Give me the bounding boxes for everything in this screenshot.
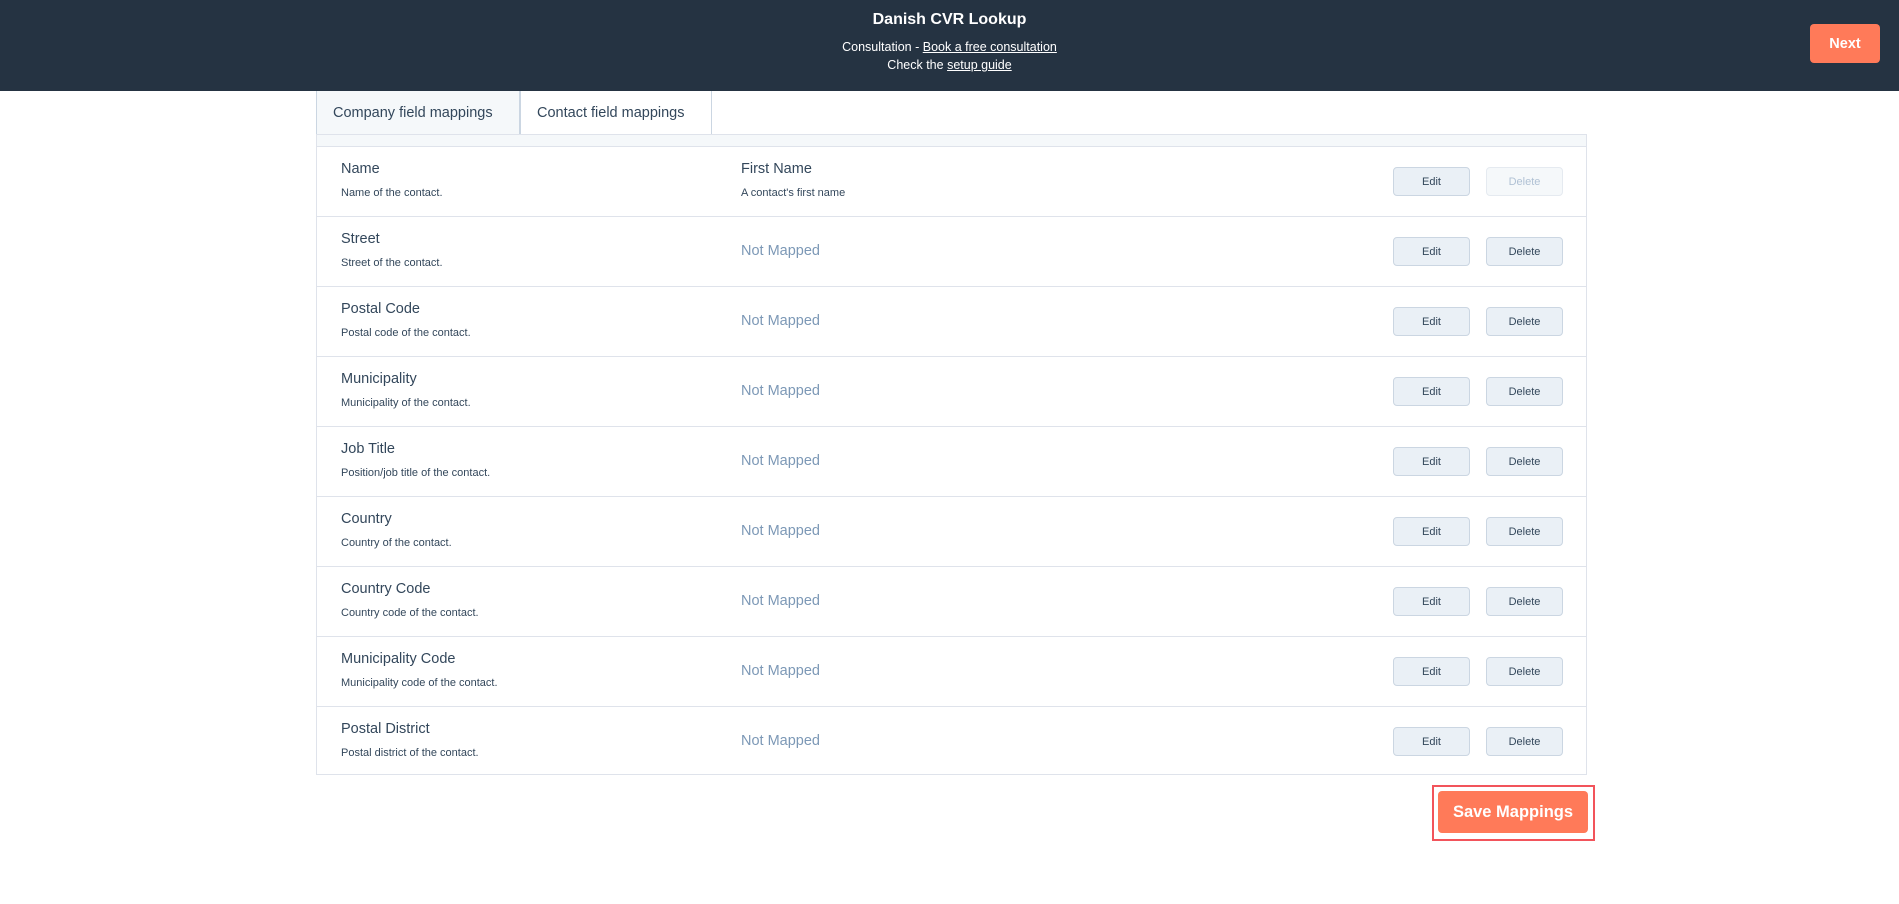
edit-button[interactable]: Edit [1393, 237, 1470, 266]
table-row: Name Name of the contact. First Name A c… [317, 147, 1586, 217]
edit-button[interactable]: Edit [1393, 167, 1470, 196]
mapping-status: Not Mapped [741, 733, 820, 749]
field-name: Municipality [341, 371, 417, 387]
field-description: Country of the contact. [341, 537, 452, 549]
edit-button[interactable]: Edit [1393, 587, 1470, 616]
edit-button[interactable]: Edit [1393, 307, 1470, 336]
tab-contact-field-mappings[interactable]: Contact field mappings [520, 91, 712, 135]
field-description: Municipality of the contact. [341, 397, 471, 409]
mapped-property-name: First Name [741, 161, 812, 177]
field-name: Street [341, 231, 380, 247]
field-name: Postal District [341, 721, 430, 737]
table-row: Job Title Position/job title of the cont… [317, 427, 1586, 497]
book-consultation-link[interactable]: Book a free consultation [923, 40, 1057, 54]
delete-button[interactable]: Delete [1486, 517, 1563, 546]
field-name: Municipality Code [341, 651, 456, 667]
table-row: Street Street of the contact. Not Mapped… [317, 217, 1586, 287]
table-row: Postal Code Postal code of the contact. … [317, 287, 1586, 357]
field-name: Country [341, 511, 392, 527]
delete-button[interactable]: Delete [1486, 447, 1563, 476]
table-row: Municipality Municipality of the contact… [317, 357, 1586, 427]
field-description: Name of the contact. [341, 187, 443, 199]
field-description: Street of the contact. [341, 257, 443, 269]
field-description: Position/job title of the contact. [341, 467, 491, 479]
edit-button[interactable]: Edit [1393, 517, 1470, 546]
field-name: Country Code [341, 581, 431, 597]
next-button[interactable]: Next [1810, 24, 1880, 63]
edit-button[interactable]: Edit [1393, 727, 1470, 756]
contact-mappings-table: Name Name of the contact. First Name A c… [316, 134, 1587, 775]
setup-guide-line: Check the setup guide [0, 58, 1899, 72]
consultation-prefix: Consultation - [842, 40, 923, 54]
edit-button[interactable]: Edit [1393, 447, 1470, 476]
mapped-property-description: A contact's first name [741, 187, 846, 199]
delete-button[interactable]: Delete [1486, 587, 1563, 616]
field-description: Municipality code of the contact. [341, 677, 498, 689]
table-row: Country Code Country code of the contact… [317, 567, 1586, 637]
field-name: Name [341, 161, 380, 177]
delete-button[interactable]: Delete [1486, 307, 1563, 336]
app-title: Danish CVR Lookup [872, 11, 1027, 28]
field-name: Job Title [341, 441, 395, 457]
delete-button[interactable]: Delete [1486, 237, 1563, 266]
table-header-strip [317, 135, 1586, 147]
table-row: Country Country of the contact. Not Mapp… [317, 497, 1586, 567]
table-row: Municipality Code Municipality code of t… [317, 637, 1586, 707]
tab-company-field-mappings[interactable]: Company field mappings [316, 91, 520, 135]
mapping-status: Not Mapped [741, 313, 820, 329]
field-name: Postal Code [341, 301, 420, 317]
mapping-status: Not Mapped [741, 523, 820, 539]
mapping-status: Not Mapped [741, 593, 820, 609]
mapping-status: Not Mapped [741, 453, 820, 469]
delete-button[interactable]: Delete [1486, 657, 1563, 686]
mapping-status: Not Mapped [741, 383, 820, 399]
delete-button[interactable]: Delete [1486, 377, 1563, 406]
field-description: Country code of the contact. [341, 607, 479, 619]
save-mappings-button[interactable]: Save Mappings [1438, 791, 1588, 833]
edit-button[interactable]: Edit [1393, 377, 1470, 406]
app-header: Danish CVR Lookup Consultation - Book a … [0, 0, 1899, 91]
mapping-status: Not Mapped [741, 663, 820, 679]
table-row: Postal District Postal district of the c… [317, 707, 1586, 777]
guide-prefix: Check the [887, 58, 948, 72]
setup-guide-link[interactable]: setup guide [947, 58, 1012, 72]
field-description: Postal code of the contact. [341, 327, 471, 339]
mapping-status: Not Mapped [741, 243, 820, 259]
edit-button[interactable]: Edit [1393, 657, 1470, 686]
delete-button[interactable]: Delete [1486, 167, 1563, 196]
delete-button[interactable]: Delete [1486, 727, 1563, 756]
mapping-tabs: Company field mappings Contact field map… [316, 91, 712, 135]
field-description: Postal district of the contact. [341, 747, 479, 759]
consultation-line: Consultation - Book a free consultation [0, 40, 1899, 54]
